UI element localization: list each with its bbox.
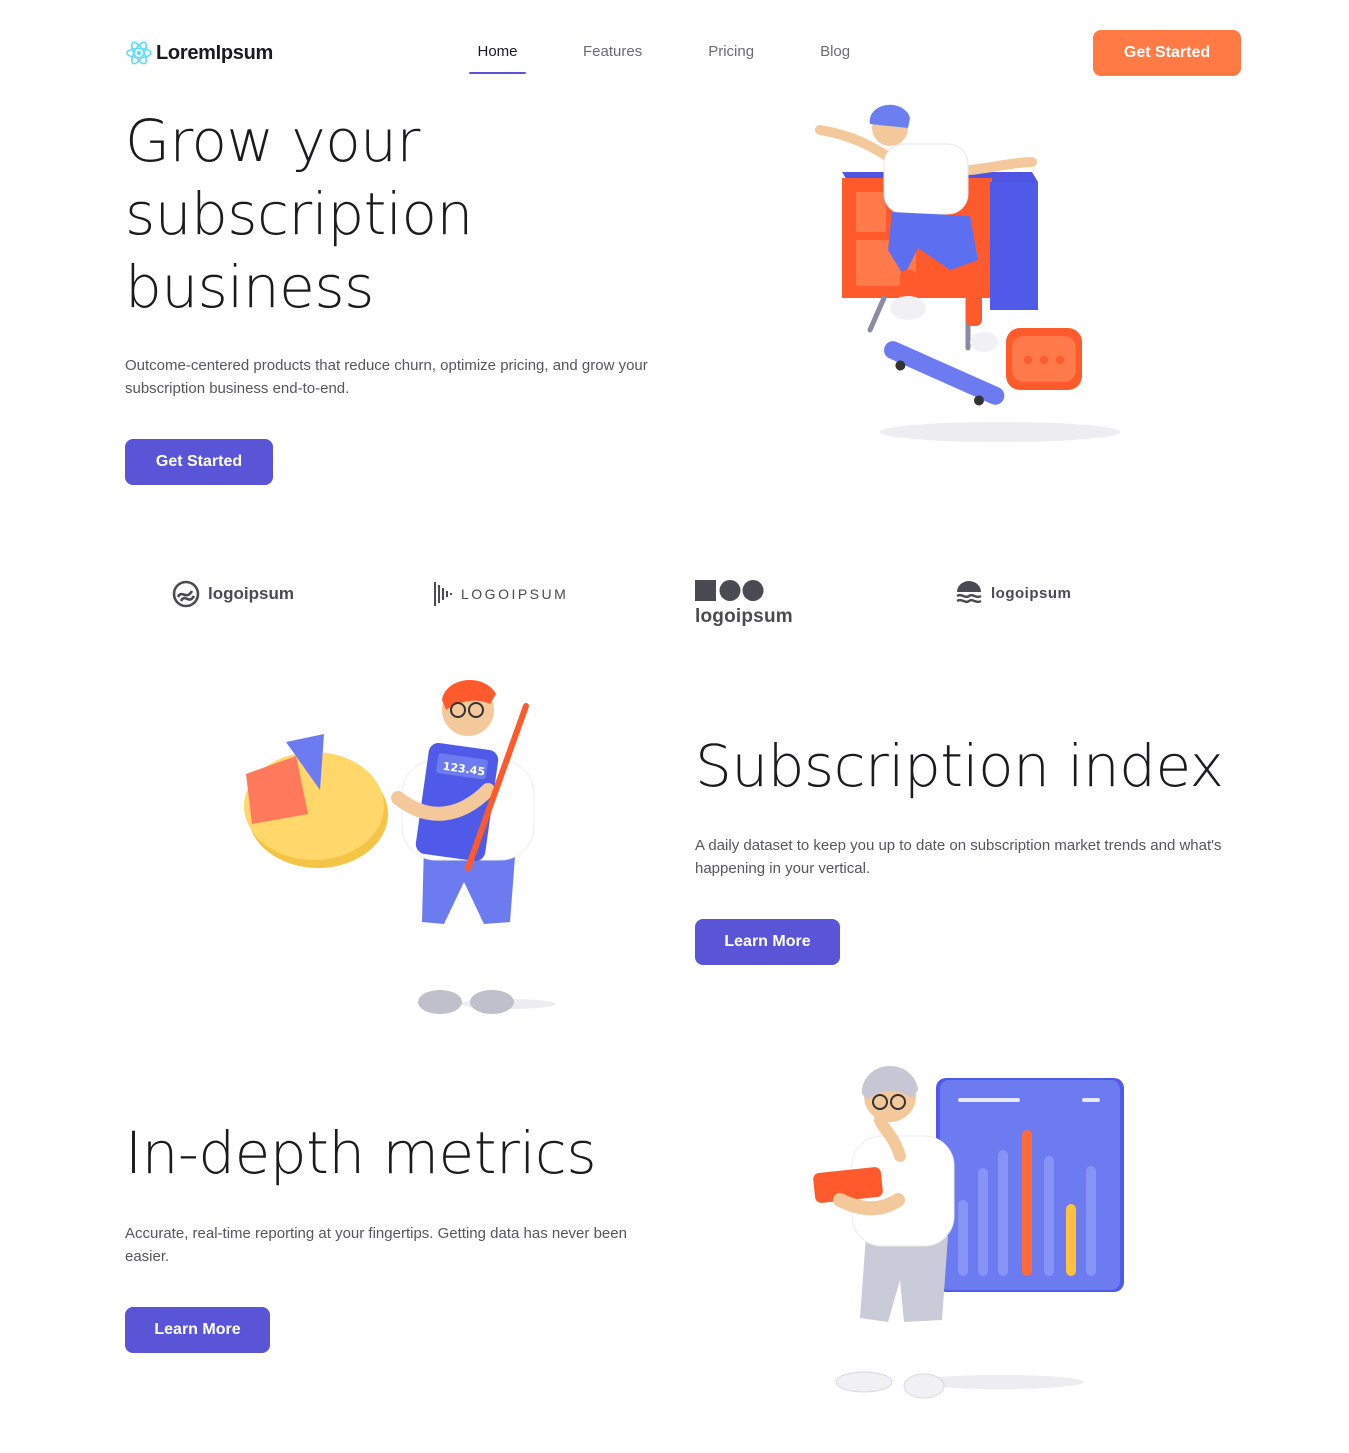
- wave-dome-icon: [956, 581, 982, 604]
- brand-logo[interactable]: LoremIpsum: [124, 38, 273, 68]
- in-depth-metrics-description: Accurate, real-time reporting at your fi…: [125, 1225, 627, 1265]
- sound-bars-icon: [434, 582, 452, 606]
- atom-icon: [126, 41, 152, 65]
- circle-waves-icon: [172, 580, 200, 608]
- top-navigation: LoremIpsum Home Features Pricing Blog Ge…: [0, 0, 1349, 100]
- nav-link-blog[interactable]: Blog: [820, 30, 850, 74]
- partner-logo-4-text: logoipsum: [991, 584, 1072, 602]
- square-circles-icon: [695, 580, 764, 601]
- partner-logos: logoipsum LOGOIPSUM logoipsum logoipsum: [0, 570, 1349, 640]
- calculator-person-illustration: 123.45: [244, 679, 556, 1014]
- nav-link-features[interactable]: Features: [583, 30, 642, 74]
- partner-logo-3-text: logoipsum: [695, 606, 793, 627]
- hero-title-line-3: business: [125, 253, 374, 321]
- nav-links: Home Features Pricing Blog: [469, 30, 850, 74]
- hero-description: Outcome-centered products that reduce ch…: [125, 357, 648, 397]
- hero-title: Grow your subscription business: [125, 105, 685, 324]
- subscription-index-learn-more-button[interactable]: Learn More: [695, 919, 840, 965]
- in-depth-metrics-learn-more-button[interactable]: Learn More: [125, 1307, 270, 1353]
- partner-logo-1: logoipsum: [172, 580, 294, 608]
- in-depth-metrics-title: In-depth metrics: [125, 1119, 597, 1187]
- partner-logo-4: logoipsum: [955, 580, 1071, 606]
- subscription-index-description: A daily dataset to keep you up to date o…: [695, 837, 1222, 877]
- subscription-index-title: Subscription index: [695, 732, 1224, 800]
- skateboarder-illustration: [815, 104, 1120, 442]
- partner-logo-2: LOGOIPSUM: [433, 580, 568, 608]
- chart-board-person-illustration: [813, 1065, 1124, 1399]
- partner-logo-2-text: LOGOIPSUM: [461, 586, 569, 602]
- hero-title-line-2: subscription: [125, 180, 473, 248]
- brand-name: LoremIpsum: [156, 41, 274, 64]
- header-get-started-button[interactable]: Get Started: [1093, 30, 1241, 76]
- nav-link-pricing[interactable]: Pricing: [708, 30, 754, 74]
- hero-get-started-button[interactable]: Get Started: [125, 439, 273, 485]
- partner-logo-1-text: logoipsum: [208, 584, 294, 603]
- nav-link-home[interactable]: Home: [469, 30, 526, 74]
- hero-title-line-1: Grow your: [125, 107, 420, 175]
- partner-logo-3: logoipsum: [695, 580, 793, 628]
